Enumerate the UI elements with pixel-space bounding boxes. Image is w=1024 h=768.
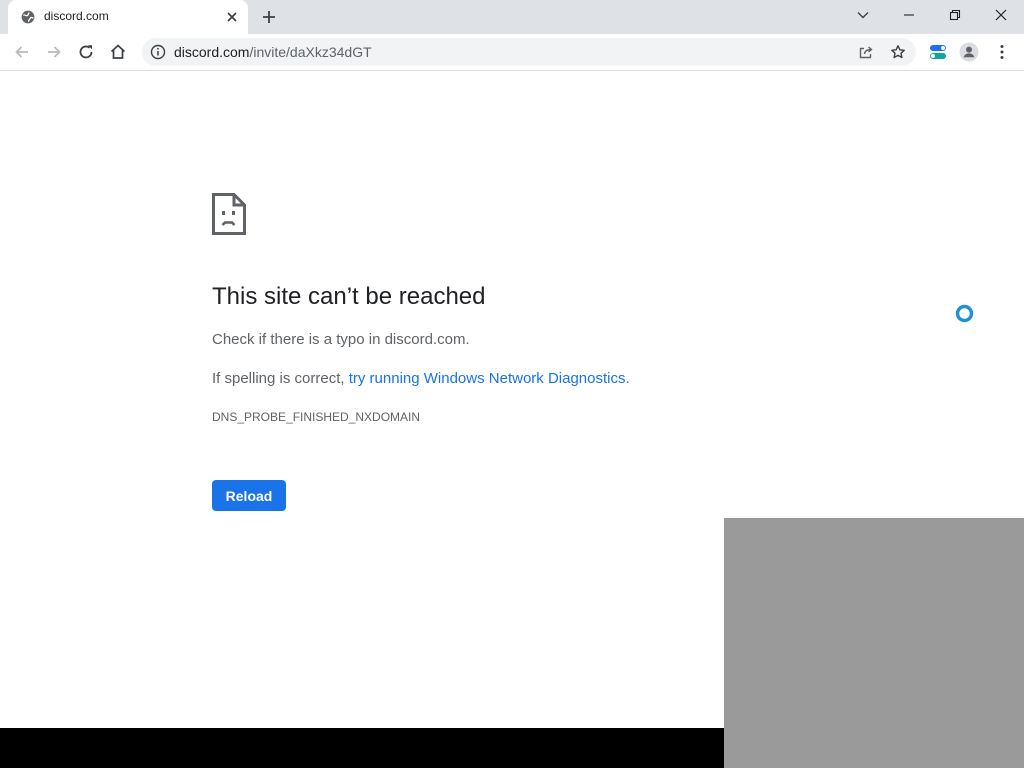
address-path: /invite/daXkz34dGT xyxy=(249,44,372,60)
home-button[interactable] xyxy=(106,40,130,64)
reload-icon xyxy=(79,45,93,59)
error-typo-hint: Check if there is a typo in discord.com. xyxy=(212,331,470,348)
error-diagnostics-hint: If spelling is correct, try running Wind… xyxy=(212,370,630,387)
close-window-button[interactable] xyxy=(978,0,1024,30)
sad-document-icon xyxy=(212,193,246,235)
minimize-button[interactable] xyxy=(886,0,932,30)
title-bar: discord.com xyxy=(0,0,1024,34)
bookmark-star-icon[interactable] xyxy=(890,44,906,60)
close-icon xyxy=(995,9,1007,21)
more-vert-icon xyxy=(1000,45,1004,59)
info-icon[interactable] xyxy=(150,44,166,60)
address-domain: discord.com xyxy=(174,44,250,60)
reload-button[interactable]: Reload xyxy=(212,480,286,511)
restore-icon xyxy=(949,9,961,21)
tab-search-button[interactable] xyxy=(840,0,886,30)
back-button[interactable] xyxy=(10,40,34,64)
overlay-image-placeholder xyxy=(724,518,1024,768)
globe-icon xyxy=(21,10,35,24)
arrow-right-icon xyxy=(48,46,61,58)
minimize-icon xyxy=(904,14,914,16)
menu-button[interactable] xyxy=(991,41,1013,63)
new-tab-icon[interactable] xyxy=(260,8,278,26)
error-code: DNS_PROBE_FINISHED_NXDOMAIN xyxy=(212,410,421,424)
tab-discord[interactable]: discord.com xyxy=(8,0,248,34)
browser-toolbar: discord.com/invite/daXkz34dGT xyxy=(0,34,1024,71)
avatar-icon xyxy=(959,42,979,62)
extension-toggle-icon xyxy=(930,45,946,59)
address-url[interactable]: discord.com/invite/daXkz34dGT xyxy=(174,44,372,60)
tab-title: discord.com xyxy=(44,9,109,23)
network-diagnostics-link[interactable]: try running Windows Network Diagnostics xyxy=(349,370,626,387)
forward-button[interactable] xyxy=(42,40,66,64)
loading-spinner-icon xyxy=(955,304,974,323)
home-icon xyxy=(110,44,126,59)
arrow-left-icon xyxy=(15,46,28,58)
error-title: This site can’t be reached xyxy=(212,283,486,310)
diagnostics-suffix: . xyxy=(625,370,630,387)
restore-button[interactable] xyxy=(932,0,978,30)
share-icon[interactable] xyxy=(858,44,874,60)
profile-button[interactable] xyxy=(958,41,980,63)
address-bar[interactable]: discord.com/invite/daXkz34dGT xyxy=(142,38,916,66)
close-tab-icon[interactable] xyxy=(224,9,240,25)
reload-page-button[interactable] xyxy=(74,40,98,64)
extension-button[interactable] xyxy=(927,41,949,63)
diagnostics-prefix: If spelling is correct, xyxy=(212,370,349,387)
chevron-down-icon xyxy=(857,12,869,19)
